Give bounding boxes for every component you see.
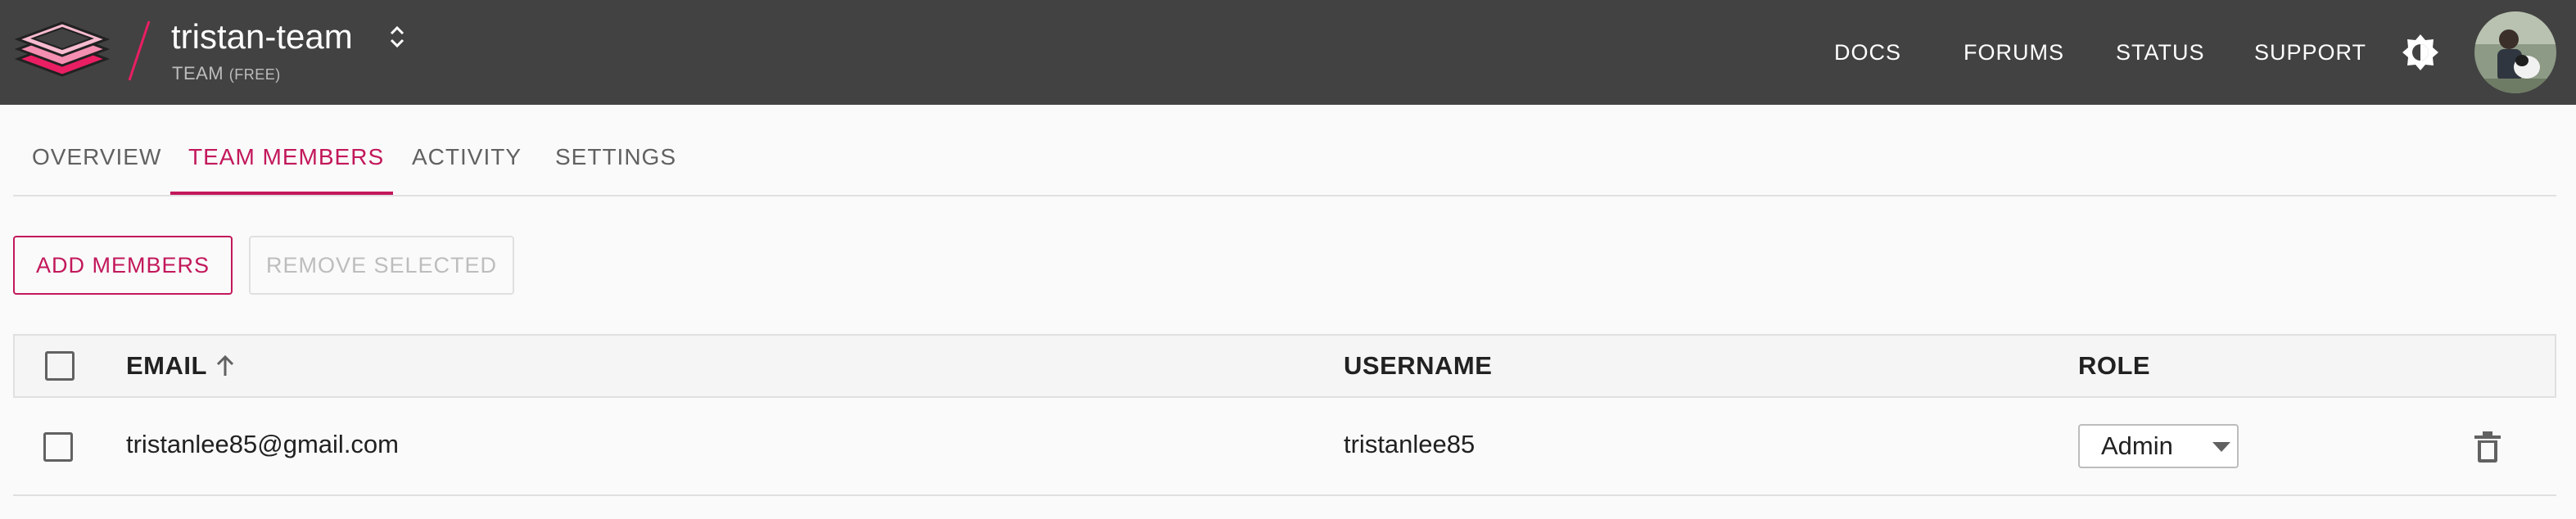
nav-support-link[interactable]: SUPPORT	[2254, 38, 2366, 67]
breadcrumb-separator	[128, 20, 151, 81]
arrow-up-icon[interactable]	[213, 354, 237, 378]
tabs-divider	[13, 195, 2556, 196]
add-members-button[interactable]: ADD MEMBERS	[13, 236, 233, 295]
app-header: tristan-team TEAM (FREE) DOCS FORUMS STA…	[0, 0, 2576, 105]
row-checkbox[interactable]	[43, 432, 73, 462]
tab-team-members[interactable]: TEAM MEMBERS	[188, 141, 384, 174]
trash-icon[interactable]	[2473, 431, 2502, 463]
nav-docs-link[interactable]: DOCS	[1834, 38, 1901, 67]
team-plan-type: TEAM	[172, 63, 224, 83]
row-email: tristanlee85@gmail.com	[126, 430, 399, 458]
row-username: tristanlee85	[1344, 430, 1476, 458]
role-select[interactable]: Admin	[2078, 424, 2239, 468]
nav-status-link[interactable]: STATUS	[2116, 38, 2205, 67]
table-header	[13, 334, 2556, 398]
select-all-checkbox[interactable]	[45, 351, 75, 381]
team-plan-tier: (FREE)	[228, 66, 281, 83]
column-header-role[interactable]: ROLE	[2078, 350, 2150, 381]
row-divider	[13, 494, 2556, 496]
layered-stack-logo-icon[interactable]	[15, 16, 110, 88]
team-name[interactable]: tristan-team	[171, 15, 353, 59]
column-header-username[interactable]: USERNAME	[1344, 350, 1492, 381]
nav-forums-link[interactable]: FORUMS	[1964, 38, 2064, 67]
tab-activity[interactable]: ACTIVITY	[412, 141, 522, 174]
tab-overview[interactable]: OVERVIEW	[32, 141, 161, 174]
brightness-icon[interactable]	[2401, 33, 2440, 72]
team-plan-label: TEAM (FREE)	[172, 63, 281, 84]
caret-down-icon	[2212, 442, 2230, 452]
unfold-icon[interactable]	[386, 23, 408, 51]
role-select-value: Admin	[2101, 431, 2173, 460]
user-avatar[interactable]	[2474, 11, 2556, 93]
avatar-photo	[2474, 11, 2556, 93]
column-header-email[interactable]: EMAIL	[126, 350, 207, 381]
remove-selected-button: REMOVE SELECTED	[249, 236, 514, 295]
tab-settings[interactable]: SETTINGS	[555, 141, 676, 174]
